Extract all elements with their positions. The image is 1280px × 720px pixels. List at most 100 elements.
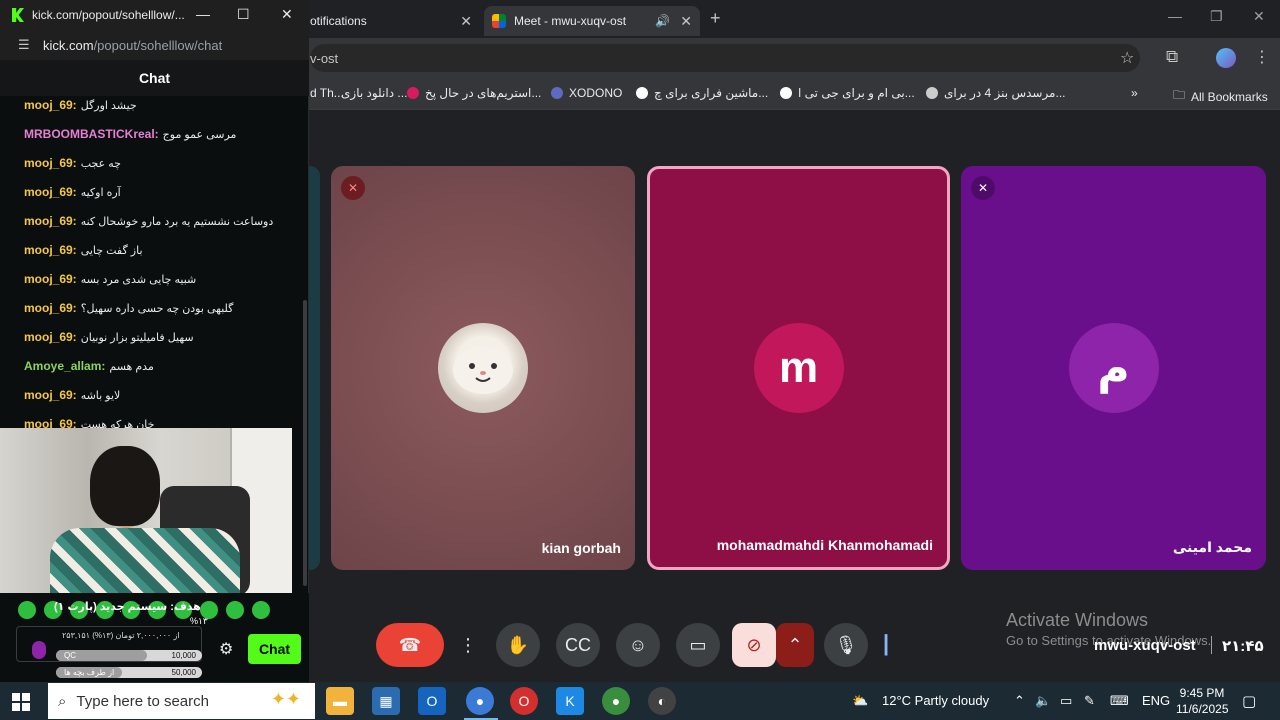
webcam-overlay [0, 428, 292, 593]
minimize-icon[interactable]: — [1168, 8, 1182, 24]
chat-header: Chat [0, 60, 309, 96]
bookmark-item[interactable]: استریم‌های در حال پخ... [407, 86, 541, 100]
avatar: م [1068, 323, 1159, 413]
popout-url: kick.com/popout/sohelllow/chat [43, 38, 223, 53]
donation-goal-title: هدف: سیستم جدید (پارت ۱) [54, 601, 201, 613]
popout-address-bar[interactable]: ☰ kick.com/popout/sohelllow/chat [0, 30, 309, 60]
gear-icon[interactable]: ⚙ [219, 639, 233, 659]
cat-face-icon [453, 346, 513, 394]
site-icon [926, 87, 938, 99]
app-icon[interactable]: K [556, 687, 584, 715]
voice-icon[interactable] [32, 641, 46, 659]
maximize-icon[interactable]: ☐ [237, 6, 250, 23]
tab-notifications[interactable]: otifications ✕ [300, 6, 480, 36]
mic-muted-icon: ✕ [341, 176, 365, 200]
emote-icon[interactable] [252, 601, 270, 619]
raise-hand-button[interactable]: ✋ [496, 623, 540, 667]
audio-level-icon[interactable]: ┃ [864, 623, 908, 667]
camera-off-button[interactable]: ⊘ [732, 623, 776, 667]
mic-muted-icon: ✕ [971, 176, 995, 200]
outlook-icon[interactable]: O [418, 687, 446, 715]
volume-icon[interactable]: 🔈 [1035, 693, 1051, 709]
participant-tile-active-speaker[interactable]: m mohamadmahdi Khanmohamadi [647, 166, 950, 570]
emote-icon[interactable] [18, 601, 36, 619]
site-icon [636, 87, 648, 99]
menu-dots-icon[interactable]: ⋮ [1254, 47, 1270, 67]
extensions-icon[interactable]: ⧉ [1166, 47, 1178, 67]
leave-call-button[interactable]: ☎ [376, 623, 444, 667]
search-highlight-icon: ✦✦ [270, 689, 301, 709]
address-bar[interactable]: v-ost [310, 44, 1140, 72]
close-window-icon[interactable]: ✕ [281, 6, 293, 23]
site-icon [551, 87, 563, 99]
more-options-icon[interactable]: ⋮ [456, 623, 480, 667]
notification-icon[interactable]: ▢ [1242, 692, 1256, 710]
chat-message: mooj_69: باز گفت چایی [24, 243, 143, 257]
present-screen-button[interactable]: ▭ [676, 623, 720, 667]
chat-scrollbar[interactable] [303, 300, 307, 586]
chrome-icon[interactable]: ● [466, 687, 494, 715]
bookmark-item[interactable]: بی ام و برای جی تی ا... [780, 86, 915, 100]
chat-messages[interactable]: mooj_69: جیشد اورگل MRBOOMBASTICKreal: مرس… [0, 96, 302, 428]
stream-overlay: هدف: سیستم جدید (پارت ۱) %۱۳ ۲۵۳,۱۵۱ از … [0, 593, 309, 682]
weather-icon[interactable]: ⛅ [852, 693, 868, 709]
bookmark-item[interactable]: XODONO [551, 86, 622, 100]
site-info-icon[interactable]: ☰ [18, 37, 30, 53]
windows-start-icon[interactable] [12, 693, 30, 711]
taskbar: ⌕ Type here to search ✦✦ ▬ ▦ O ● O K ● ◐… [0, 682, 1280, 720]
emote-icon[interactable] [226, 601, 244, 619]
bookmark-item[interactable]: ماشین فراری برای چ... [636, 86, 768, 100]
tray-overflow-icon[interactable]: ⌃ [1014, 693, 1025, 709]
pen-icon[interactable]: ✎ [1084, 693, 1095, 709]
chat-message: mooj_69: گلبهی بودن چه حسی داره سهیل؟ [24, 301, 234, 315]
taskbar-search-input[interactable]: ⌕ Type here to search ✦✦ [48, 683, 315, 719]
minimize-icon[interactable]: — [196, 6, 210, 22]
send-chat-button[interactable]: Chat [248, 634, 301, 664]
popout-titlebar: kick.com/popout/sohelllow/... — ☐ ✕ [0, 0, 309, 30]
bookmark-star-icon[interactable]: ☆ [1120, 48, 1134, 68]
avatar [438, 323, 528, 413]
new-tab-icon[interactable]: + [710, 8, 721, 29]
network-icon[interactable]: ▭ [1060, 693, 1072, 709]
emoji-button[interactable]: ☺ [616, 623, 660, 667]
tab-title: Meet - mwu-xuqv-ost [514, 14, 627, 28]
file-explorer-icon[interactable]: ▬ [326, 687, 354, 715]
participant-tile[interactable]: ✕ kian gorbah [331, 166, 635, 570]
participant-name: kian gorbah [541, 540, 621, 556]
tab-meet[interactable]: Meet - mwu-xuqv-ost 🔊 ✕ [484, 6, 700, 36]
profile-avatar[interactable] [1216, 48, 1236, 68]
chat-message: mooj_69: چه عجب [24, 156, 121, 170]
keyboard-icon[interactable]: ⌨ [1110, 693, 1129, 709]
chat-message: mooj_69: لایو باشه [24, 388, 121, 402]
language-indicator[interactable]: ENG [1142, 693, 1170, 708]
bookmarks-overflow-icon[interactable]: » [1131, 86, 1138, 100]
close-tab-icon[interactable]: ✕ [680, 13, 692, 30]
search-icon: ⌕ [58, 692, 67, 710]
mic-button[interactable]: 🎙 [824, 623, 868, 667]
close-window-icon[interactable]: ✕ [1253, 8, 1265, 25]
speaker-icon[interactable]: 🔊 [655, 14, 670, 28]
weather-text[interactable]: 12°C Partly cloudy [882, 693, 989, 708]
close-tab-icon[interactable]: ✕ [460, 13, 472, 30]
goal-bar: QC 10,000 [56, 650, 202, 661]
bookmark-item[interactable]: d Th... [310, 86, 344, 100]
meeting-time: ۲۱:۴۵ [1222, 638, 1264, 655]
goal-bar: از طرف بچه ها 50,000 [56, 667, 202, 678]
captions-button[interactable]: CC [556, 623, 600, 667]
store-icon[interactable]: ▦ [372, 687, 400, 715]
chat-message: mooj_69: دوساعت نشستیم یه برد مارو خوشحال… [24, 214, 274, 228]
bookmark-item[interactable]: دانلود بازی ... [341, 86, 407, 100]
folder-icon: 🗀 [1173, 88, 1186, 102]
chrome-profile-icon[interactable]: ● [602, 687, 630, 715]
bookmark-item[interactable]: مرسدس بنز 4 در برای... [926, 86, 1066, 100]
webcam-shirt [50, 528, 240, 593]
camera-options-chevron-icon[interactable]: ⌃ [776, 623, 814, 667]
game-app-icon[interactable]: ◐ [648, 687, 676, 715]
participant-tile[interactable]: ✕ م محمد امینی [961, 166, 1266, 570]
clock[interactable]: 9:45 PM 11/6/2025 [1176, 685, 1229, 717]
opera-icon[interactable]: O [510, 687, 538, 715]
desktop: otifications ✕ Meet - mwu-xuqv-ost 🔊 ✕ +… [0, 0, 1280, 720]
all-bookmarks[interactable]: 🗀 All Bookmarks [1173, 86, 1268, 107]
chat-message: mooj_69: آره اوکیه [24, 185, 121, 199]
restore-icon[interactable]: ❐ [1210, 8, 1223, 25]
